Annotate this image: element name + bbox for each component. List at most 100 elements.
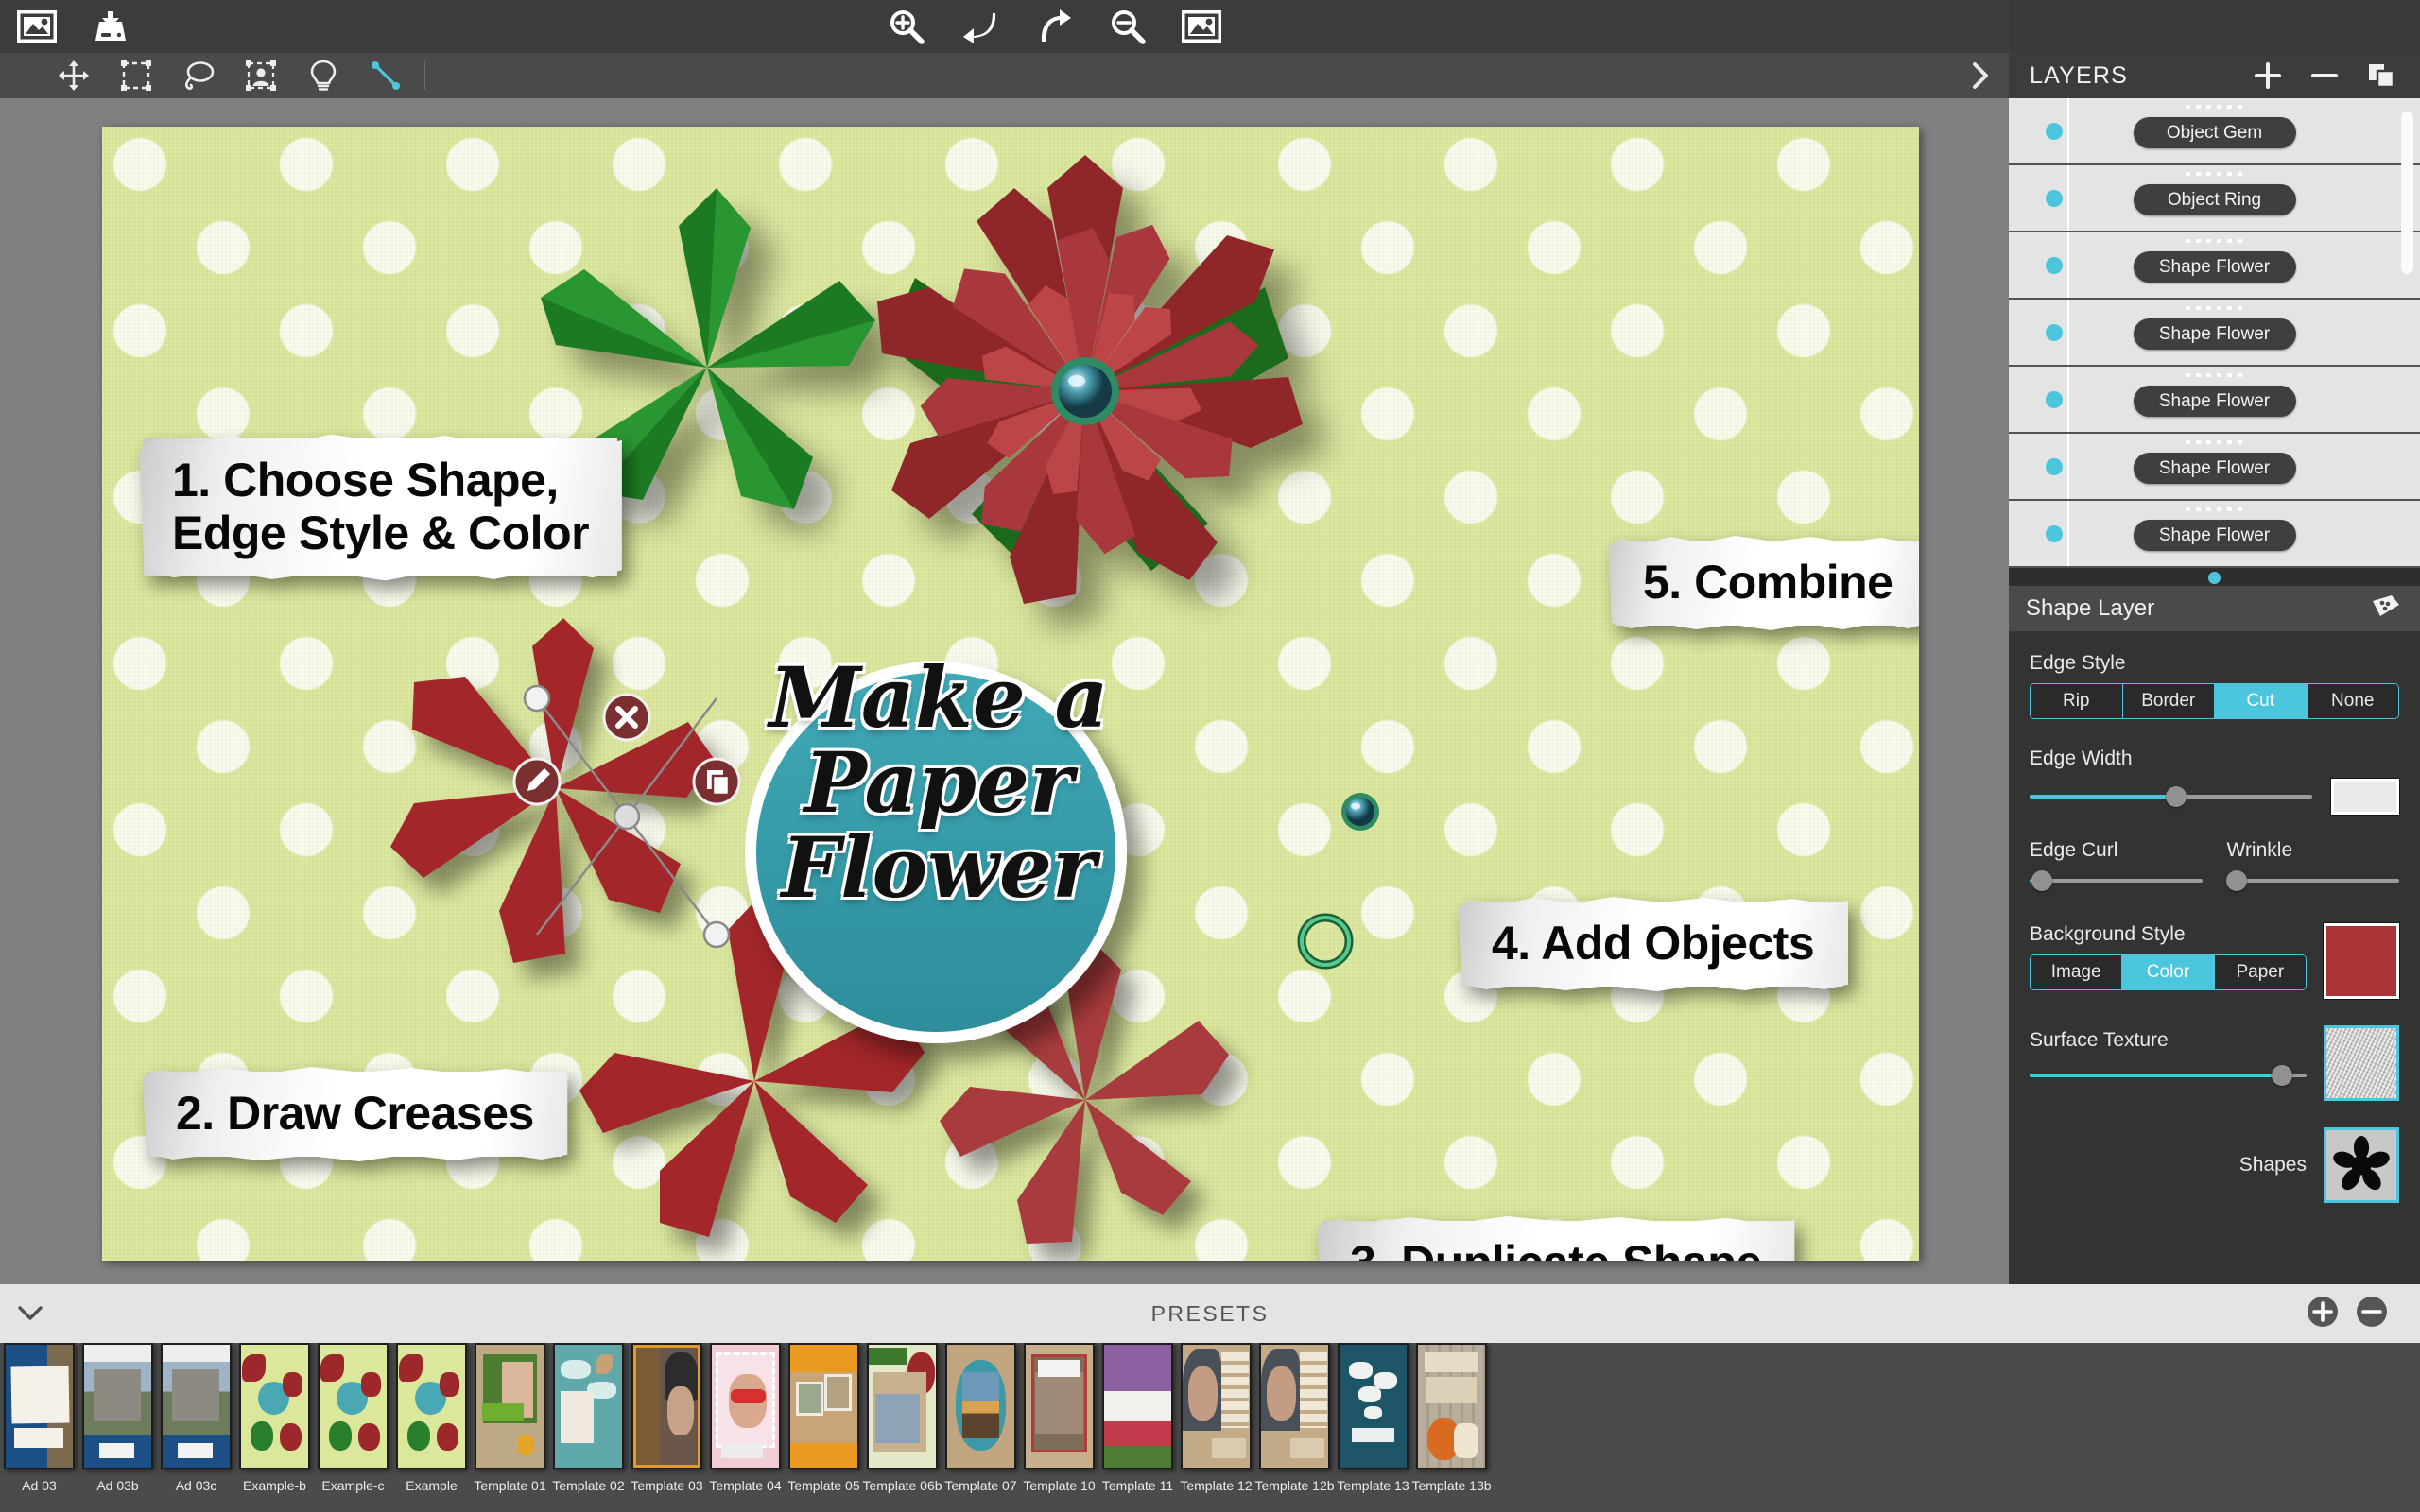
preset-item[interactable]: Template 13 (1334, 1343, 1412, 1493)
edge-style-segmented-control[interactable]: Rip Border Cut None (2030, 683, 2399, 719)
preset-thumbnail[interactable] (4, 1343, 75, 1469)
shapes-thumbnail[interactable] (2324, 1127, 2399, 1203)
selection-widget[interactable] (480, 661, 764, 972)
redo-button[interactable] (1017, 0, 1091, 53)
preset-thumbnail[interactable] (867, 1343, 938, 1469)
callout-step-5[interactable]: 5. Combine (1615, 541, 1919, 626)
preset-item[interactable]: Ad 03b (78, 1343, 157, 1493)
preset-thumbnail[interactable] (239, 1343, 310, 1469)
preset-thumbnail[interactable] (788, 1343, 859, 1469)
selection-duplicate-button[interactable] (692, 757, 741, 806)
layer-name[interactable]: Object Ring (2133, 184, 2296, 215)
save-image-button[interactable] (74, 0, 147, 53)
divider-handle-dot[interactable] (2208, 571, 2221, 584)
rectangle-select-tool[interactable] (105, 53, 167, 98)
remove-preset-button[interactable] (2356, 1296, 2388, 1332)
layer-row[interactable]: Shape Flower (2009, 232, 2420, 300)
preset-thumbnail[interactable] (1024, 1343, 1095, 1469)
preset-item[interactable]: Ad 03c (157, 1343, 235, 1493)
preset-item[interactable]: Template 10 (1020, 1343, 1098, 1493)
edge-width-slider[interactable] (2030, 786, 2312, 807)
preset-item[interactable]: Template 07 (942, 1343, 1020, 1493)
layer-drag-grip[interactable] (2185, 507, 2244, 511)
selection-handle-top-left[interactable] (523, 684, 551, 713)
layer-row[interactable]: Object Ring (2009, 165, 2420, 232)
preset-item[interactable]: Template 13b (1411, 1343, 1492, 1493)
layers-scrollbar[interactable] (2401, 112, 2413, 274)
edge-style-option-border[interactable]: Border (2122, 684, 2215, 718)
preset-item[interactable]: Template 03 (628, 1343, 706, 1493)
background-color-swatch[interactable] (2323, 922, 2400, 1000)
callout-step-2[interactable]: 2. Draw Creases (147, 1072, 562, 1157)
layer-row[interactable]: Shape Flower (2009, 501, 2420, 568)
preset-thumbnail[interactable] (945, 1343, 1016, 1469)
layer-visibility-toggle[interactable] (2046, 457, 2063, 475)
preset-item[interactable]: Template 02 (549, 1343, 628, 1493)
layers-list[interactable]: Object Gem Object Ring Shape Flower Shap… (2009, 98, 2420, 569)
edge-curl-slider[interactable] (2030, 870, 2203, 891)
slider-knob[interactable] (2031, 870, 2052, 891)
shape-layer-icon[interactable] (2369, 593, 2401, 625)
preset-thumbnail[interactable] (631, 1343, 702, 1469)
remove-layer-button[interactable] (2301, 55, 2348, 96)
open-image-button[interactable] (0, 0, 74, 53)
preset-item[interactable]: Template 11 (1098, 1343, 1177, 1493)
layer-drag-grip[interactable] (2185, 172, 2244, 176)
preset-thumbnail[interactable] (553, 1343, 624, 1469)
layer-visibility-toggle[interactable] (2046, 189, 2063, 207)
preset-thumbnail[interactable] (1338, 1343, 1409, 1469)
callout-step-4[interactable]: 4. Add Objects (1463, 902, 1843, 987)
preset-item[interactable]: Template 06b (862, 1343, 942, 1493)
slider-knob[interactable] (2271, 1065, 2292, 1086)
slider-knob[interactable] (2166, 786, 2187, 807)
layer-visibility-toggle[interactable] (2046, 256, 2063, 274)
fit-image-button[interactable] (1165, 0, 1238, 53)
layer-name[interactable]: Shape Flower (2133, 453, 2296, 484)
undo-button[interactable] (943, 0, 1017, 53)
preset-thumbnail[interactable] (1416, 1343, 1487, 1469)
edge-style-option-cut[interactable]: Cut (2215, 684, 2308, 718)
preset-thumbnail[interactable] (161, 1343, 232, 1469)
layer-drag-grip[interactable] (2185, 306, 2244, 310)
zoom-in-button[interactable] (870, 0, 943, 53)
layer-row[interactable]: Shape Flower (2009, 434, 2420, 501)
layer-row[interactable]: Object Gem (2009, 98, 2420, 165)
layer-drag-grip[interactable] (2185, 239, 2244, 243)
surface-texture-thumbnail[interactable] (2324, 1025, 2399, 1101)
presets-collapse-button[interactable] (0, 1305, 60, 1322)
preset-thumbnail[interactable] (318, 1343, 389, 1469)
preset-item[interactable]: Template 05 (785, 1343, 863, 1493)
move-tool[interactable] (43, 53, 105, 98)
layer-name[interactable]: Object Gem (2133, 117, 2296, 148)
collapse-panel-button[interactable] (1952, 53, 2009, 98)
zoom-out-button[interactable] (1091, 0, 1165, 53)
preset-item[interactable]: Example-c (314, 1343, 392, 1493)
layer-drag-grip[interactable] (2185, 440, 2244, 444)
preset-item[interactable]: Template 12 (1177, 1343, 1255, 1493)
preset-item[interactable]: Template 04 (706, 1343, 785, 1493)
callout-step-1[interactable]: 1. Choose Shape, Edge Style & Color (144, 438, 618, 576)
line-tool[interactable] (354, 53, 417, 98)
selection-edit-button[interactable] (512, 757, 562, 806)
slider-knob[interactable] (2226, 870, 2248, 891)
preset-item[interactable]: Example-b (235, 1343, 314, 1493)
edge-color-swatch[interactable] (2330, 778, 2400, 816)
background-style-segmented-control[interactable]: Image Color Paper (2030, 954, 2307, 990)
background-style-option-paper[interactable]: Paper (2214, 955, 2306, 989)
wrinkle-slider[interactable] (2226, 870, 2399, 891)
preset-thumbnail[interactable] (1181, 1343, 1252, 1469)
panel-resize-divider[interactable] (2009, 569, 2420, 586)
lasso-tool[interactable] (167, 53, 230, 98)
add-preset-button[interactable] (2307, 1296, 2339, 1332)
layer-name[interactable]: Shape Flower (2133, 520, 2296, 551)
layer-drag-grip[interactable] (2185, 105, 2244, 109)
add-layer-button[interactable] (2244, 55, 2291, 96)
layer-drag-grip[interactable] (2185, 373, 2244, 377)
layer-row[interactable]: Shape Flower (2009, 300, 2420, 367)
preset-thumbnail[interactable] (475, 1343, 545, 1469)
preset-thumbnail[interactable] (396, 1343, 467, 1469)
layer-visibility-toggle[interactable] (2046, 524, 2063, 542)
layer-name[interactable]: Shape Flower (2133, 251, 2296, 283)
preset-thumbnail[interactable] (82, 1343, 153, 1469)
layer-name[interactable]: Shape Flower (2133, 386, 2296, 417)
